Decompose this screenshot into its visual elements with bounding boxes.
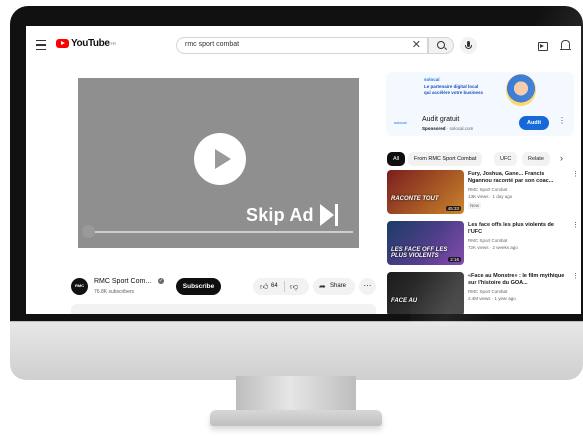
video-channel[interactable]: RMC Sport Combat	[468, 187, 507, 192]
more-icon[interactable]: ⋮	[558, 116, 566, 125]
list-item[interactable]: LES FACE OFF LES PLUS VIOLENTS 2:16 Les …	[387, 221, 581, 266]
list-item[interactable]: FACE AU «Face au Monstre» : le film myth…	[387, 272, 581, 314]
monitor-chin	[10, 321, 583, 380]
subscriber-count: 76.8K subscribers	[94, 289, 135, 295]
audit-button[interactable]: Audit	[519, 116, 549, 130]
video-channel[interactable]: RMC Sport Combat	[468, 238, 507, 243]
youtube-screen: YouTube FR rmc sport combat ✕ Skip Ad RM…	[26, 26, 581, 314]
ad-domain: · solocal.com	[446, 126, 474, 131]
share-icon: ➦	[319, 282, 326, 291]
like-count: 64	[271, 283, 278, 289]
logo-region: FR	[110, 41, 116, 46]
close-icon[interactable]: ✕	[412, 39, 421, 52]
video-thumbnail[interactable]: LES FACE OFF LES PLUS VIOLENTS 2:16	[387, 221, 464, 265]
chip-ufc[interactable]: UFC	[494, 152, 518, 166]
youtube-play-logo-icon	[56, 39, 69, 48]
video-meta: 2.4M views · 1 year ago	[468, 296, 516, 301]
video-thumbnail[interactable]: RACONTE TOUT 45:33	[387, 170, 464, 214]
youtube-logo[interactable]: YouTube FR	[56, 38, 116, 49]
share-label: Share	[330, 283, 347, 289]
ad-headline-2: qui accélère votre business	[424, 90, 484, 95]
new-badge: New	[468, 202, 482, 209]
channel-avatar[interactable]: RMC	[71, 278, 88, 295]
video-duration: 45:33	[445, 206, 461, 211]
more-icon[interactable]: ⋯	[359, 278, 376, 295]
video-title[interactable]: Les face offs les plus violents de l'UFC	[468, 222, 568, 236]
progress-handle[interactable]	[82, 225, 95, 238]
progress-bar[interactable]	[84, 231, 353, 233]
subscribe-button[interactable]: Subscribe	[176, 278, 221, 295]
video-title[interactable]: Fury, Joshua, Gane... Francis Ngannou ra…	[468, 171, 568, 185]
sponsored-label: Sponsored	[422, 126, 446, 131]
video-thumbnail[interactable]: FACE AU	[387, 272, 464, 314]
thumbnail-overlay-text: FACE AU	[391, 298, 418, 304]
share-button[interactable]: ➦ Share	[313, 278, 355, 295]
more-icon[interactable]: ⋮	[572, 272, 579, 280]
monitor-stand-base	[210, 410, 382, 426]
search-input[interactable]: rmc sport combat ✕	[176, 37, 428, 54]
video-meta: 72K views · 2 weeks ago	[468, 245, 518, 250]
video-player[interactable]: Skip Ad	[78, 78, 359, 248]
thumb-down-icon[interactable]: 👎︎	[290, 282, 298, 292]
video-channel[interactable]: RMC Sport Combat	[468, 289, 507, 294]
skip-ad-button[interactable]: Skip Ad	[246, 204, 340, 226]
like-dislike-group: 👍︎ 64 👎︎	[253, 278, 309, 295]
sponsored-ad-card[interactable]: solocal Le partenaire digital local qui …	[386, 72, 574, 136]
verified-icon: ✓	[158, 278, 164, 284]
like-divider	[284, 281, 285, 292]
ad-image	[506, 74, 536, 106]
hamburger-icon[interactable]	[36, 40, 46, 50]
list-item[interactable]: RACONTE TOUT 45:33 Fury, Joshua, Gane...…	[387, 170, 581, 215]
ad-brand: solocal	[424, 77, 440, 82]
top-bar: YouTube FR rmc sport combat ✕	[26, 26, 581, 62]
chip-from-channel[interactable]: From RMC Sport Combat	[408, 152, 483, 166]
search-button[interactable]	[428, 37, 454, 54]
description-box[interactable]	[71, 304, 376, 314]
logo-text: YouTube	[71, 38, 110, 49]
more-icon[interactable]: ⋮	[572, 221, 579, 229]
skip-icon	[319, 204, 340, 226]
video-meta: 13K views · 1 day ago	[468, 194, 513, 199]
thumbnail-overlay-text: RACONTE TOUT	[391, 196, 439, 202]
more-icon[interactable]: ⋮	[572, 170, 579, 178]
skip-ad-label: Skip Ad	[246, 204, 314, 225]
chip-all[interactable]: All	[387, 152, 406, 166]
search-value: rmc sport combat	[185, 41, 240, 48]
ad-title: Audit gratuit	[422, 116, 460, 123]
video-title[interactable]: «Face au Monstre» : le film mythique sur…	[468, 273, 568, 287]
bell-icon[interactable]	[560, 40, 571, 51]
thumb-up-icon[interactable]: 👍︎	[260, 282, 268, 292]
ad-sponsored: Sponsored · solocal.com	[422, 126, 473, 131]
ad-headline-1: Le partenaire digital local	[424, 84, 479, 89]
monitor-stand-neck	[236, 376, 356, 412]
channel-name[interactable]: RMC Sport Com...	[94, 278, 151, 285]
play-icon[interactable]	[194, 133, 246, 185]
avatar-text: RMC	[74, 283, 85, 288]
chip-related[interactable]: Relate	[522, 152, 550, 166]
monitor: YouTube FR rmc sport combat ✕ Skip Ad RM…	[10, 6, 583, 380]
ad-small-logo: solocal	[394, 120, 407, 125]
mic-icon[interactable]	[460, 37, 477, 54]
chevron-right-icon[interactable]: ›	[560, 153, 563, 163]
create-icon[interactable]	[538, 42, 548, 51]
video-duration: 2:16	[448, 257, 461, 262]
search-icon	[437, 41, 445, 49]
